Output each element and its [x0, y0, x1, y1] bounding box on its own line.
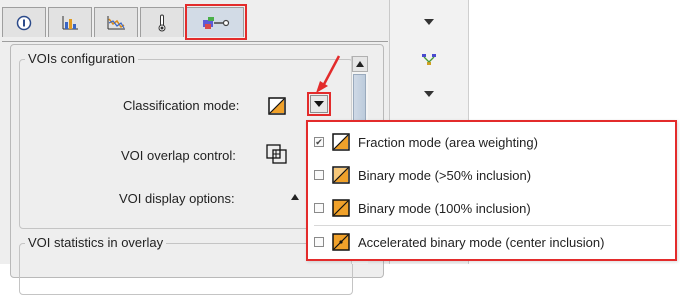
chevron-down-icon	[424, 19, 434, 25]
info-icon	[16, 15, 32, 30]
menu-item-label: Fraction mode (area weighting)	[358, 134, 538, 150]
classification-mode-label: Classification mode:	[123, 98, 240, 113]
menu-item-accelerated-binary[interactable]: Accelerated binary mode (center inclusio…	[314, 229, 672, 255]
tab-line-chart[interactable]	[94, 7, 138, 37]
annotation-arrow	[316, 55, 341, 93]
tab-bar-chart[interactable]	[48, 7, 92, 37]
menu-item-fraction-mode[interactable]: ✔ Fraction mode (area weighting)	[314, 129, 672, 155]
tab-highlight-box	[185, 4, 247, 40]
checkbox-unchecked[interactable]	[314, 203, 324, 213]
tab-divider	[2, 41, 388, 42]
display-options-label: VOI display options:	[119, 191, 235, 206]
tab-thermometer[interactable]	[140, 7, 184, 37]
menu-item-label: Accelerated binary mode (center inclusio…	[358, 234, 605, 250]
accelerated-binary-mode-icon	[332, 233, 350, 251]
checkbox-unchecked[interactable]	[314, 170, 324, 180]
classification-mode-menu: ✔ Fraction mode (area weighting) Binary …	[306, 120, 677, 261]
tab-bar	[2, 4, 388, 42]
voi-statistics-group	[19, 243, 353, 295]
overlap-control-icon[interactable]	[265, 143, 289, 165]
toolbar-hierarchy-button[interactable]	[419, 50, 439, 70]
menu-item-binary-100[interactable]: Binary mode (100% inclusion)	[314, 195, 672, 221]
hierarchy-icon	[422, 54, 436, 65]
expand-up-icon[interactable]	[290, 193, 300, 201]
menu-separator	[314, 225, 671, 226]
toolbar-dropdown-1[interactable]	[419, 12, 439, 32]
vois-config-title: VOIs configuration	[25, 51, 138, 66]
line-chart-icon	[107, 15, 125, 29]
thermometer-icon	[158, 14, 166, 31]
checkbox-unchecked[interactable]	[314, 237, 324, 247]
bar-chart-icon	[62, 15, 78, 29]
classification-mode-icon	[268, 97, 286, 115]
binary-100-mode-icon	[332, 199, 350, 217]
binary-50-mode-icon	[332, 166, 350, 184]
checkbox-checked[interactable]: ✔	[314, 137, 324, 147]
chevron-down-icon	[424, 91, 434, 97]
menu-item-label: Binary mode (>50% inclusion)	[358, 167, 532, 183]
tab-info[interactable]	[2, 7, 46, 37]
fraction-mode-icon	[332, 133, 350, 151]
voi-statistics-title: VOI statistics in overlay	[25, 235, 167, 250]
toolbar-dropdown-2[interactable]	[419, 84, 439, 104]
menu-item-binary-50[interactable]: Binary mode (>50% inclusion)	[314, 162, 672, 188]
menu-item-label: Binary mode (100% inclusion)	[358, 200, 531, 216]
overlap-control-label: VOI overlap control:	[121, 148, 236, 163]
